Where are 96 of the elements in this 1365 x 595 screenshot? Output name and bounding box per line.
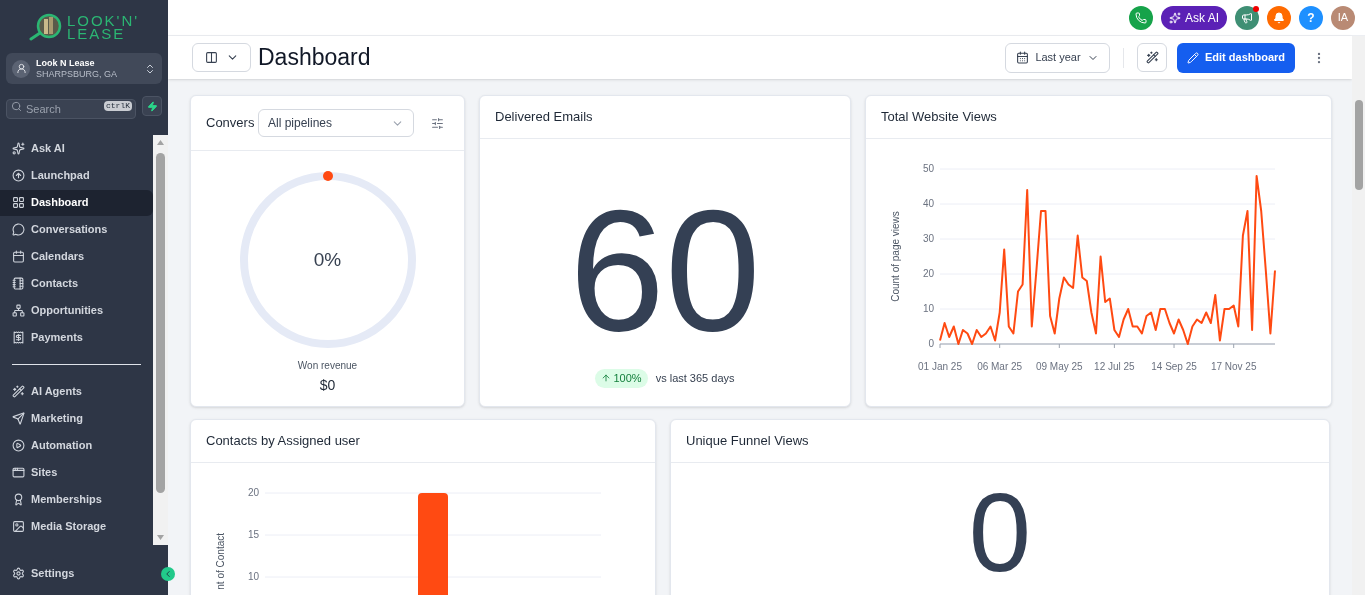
announcements-button[interactable] xyxy=(1235,5,1259,30)
sidebar-item[interactable]: Settings xyxy=(0,563,120,583)
sparkles-icon xyxy=(1169,11,1181,24)
paper-plane-icon xyxy=(12,412,25,425)
columns-icon xyxy=(204,51,218,64)
page-title: Dashboard xyxy=(258,43,371,73)
axis-tick-label: 20 xyxy=(922,268,934,279)
axis-tick-label: 14 Sep 25 xyxy=(1151,361,1197,372)
ring-dot xyxy=(322,171,333,181)
sidebar-item[interactable]: AI Agents xyxy=(0,378,153,405)
logo-icon xyxy=(28,13,63,41)
axis-tick-label: 10 xyxy=(922,303,934,314)
axis-tick-label: 20 xyxy=(247,487,259,498)
date-range-button[interactable]: Last year xyxy=(1005,42,1110,73)
sidebar-scrollbar[interactable] xyxy=(153,135,168,545)
sidebar-item[interactable]: Marketing xyxy=(0,405,153,432)
browser-window-icon xyxy=(12,466,25,479)
play-circle-icon xyxy=(12,439,25,452)
metric-value: 0 xyxy=(968,477,1032,589)
calendar-icon xyxy=(1016,51,1030,64)
phone-button[interactable] xyxy=(1129,5,1153,30)
logo-text: LEASE xyxy=(66,27,126,40)
lightning-icon xyxy=(146,100,158,112)
axis-tick-label: 50 xyxy=(922,163,934,174)
axis-tick-label: 40 xyxy=(922,198,934,209)
notebook-icon xyxy=(12,277,25,290)
shortcut-key: ctrlK xyxy=(104,101,132,111)
view-switcher-button[interactable] xyxy=(192,43,251,72)
axis-title: Count of page views xyxy=(890,211,901,302)
account-name: Look N Lease xyxy=(36,57,96,69)
sidebar-item[interactable]: Media Storage xyxy=(0,513,153,540)
sidebar-item[interactable]: Launchpad xyxy=(0,162,153,189)
pencil-icon xyxy=(1186,51,1199,64)
quick-action-button[interactable] xyxy=(142,96,162,116)
account-switcher[interactable]: Look N Lease SHARPSBURG, GA xyxy=(6,53,162,84)
sidebar-item[interactable]: Contacts xyxy=(0,270,153,297)
card-title: Unique Funnel Views xyxy=(686,432,809,451)
axis-title: nt of Contact xyxy=(215,533,226,590)
network-icon xyxy=(12,304,25,317)
wand-icon xyxy=(1145,51,1159,64)
sidebar-item[interactable]: Automation xyxy=(0,432,153,459)
pipeline-select[interactable]: All pipelines xyxy=(258,109,414,137)
settings-icon xyxy=(12,566,25,580)
logo-text: LOOK'N' xyxy=(66,14,140,27)
phone-icon xyxy=(1135,11,1147,24)
grid-icon xyxy=(12,196,25,209)
sidebar-item[interactable]: Calendars xyxy=(0,243,153,270)
sidebar-item[interactable]: Opportunities xyxy=(0,297,153,324)
metric-value: 60 xyxy=(569,184,761,356)
account-location: SHARPSBURG, GA xyxy=(36,68,119,80)
sidebar-item[interactable]: Memberships xyxy=(0,486,153,513)
axis-tick-label: 06 Mar 25 xyxy=(977,361,1023,372)
card-title: Contacts by Assigned user xyxy=(206,432,360,451)
receipt-icon xyxy=(12,331,25,344)
axis-tick-label: 30 xyxy=(922,233,934,244)
axis-tick-label: 15 xyxy=(247,529,259,540)
notifications-button[interactable] xyxy=(1267,5,1291,30)
ring-reading: 0% xyxy=(313,247,342,272)
search-icon xyxy=(11,100,22,112)
comparison-text: vs last 365 days xyxy=(655,371,735,386)
sidebar-item[interactable]: Sites xyxy=(0,459,153,486)
sidebar-item[interactable]: Conversations xyxy=(0,216,153,243)
wand-icon xyxy=(12,385,25,398)
ask-ai-button[interactable]: Ask AI xyxy=(1161,5,1227,30)
sidebar-item[interactable]: Payments xyxy=(0,324,153,351)
sidebar-item[interactable]: Ask AI xyxy=(0,135,153,162)
chevrons-icon xyxy=(144,62,156,75)
change-percent: 100% xyxy=(613,371,642,386)
revenue-caption: Won revenue xyxy=(297,359,358,373)
axis-tick-label: 17 Nov 25 xyxy=(1210,361,1257,372)
revenue-amount: $0 xyxy=(319,376,336,395)
axis-tick-label: 10 xyxy=(247,571,259,582)
sidebar-item[interactable]: Dashboard xyxy=(0,189,153,216)
axis-tick-label: 01 Jan 25 xyxy=(918,361,962,372)
location-avatar xyxy=(12,59,30,78)
edit-dashboard-button[interactable]: Edit dashboard xyxy=(1177,42,1295,73)
image-icon xyxy=(12,520,25,533)
axis-tick-label: 0 xyxy=(928,338,934,349)
calendar-icon xyxy=(12,250,25,263)
axis-tick-label: 09 May 25 xyxy=(1035,361,1083,372)
chevron-left-icon xyxy=(163,569,173,579)
axis-tick-label: 12 Jul 25 xyxy=(1094,361,1135,372)
megaphone-icon xyxy=(1241,11,1253,24)
card-title: Total Website Views xyxy=(881,108,997,127)
magic-button[interactable] xyxy=(1137,43,1167,72)
arrow-up-icon xyxy=(601,373,612,384)
card-title: Convers xyxy=(206,114,254,133)
collapse-button[interactable] xyxy=(161,567,175,581)
chat-bubble-icon xyxy=(12,223,25,236)
award-icon xyxy=(12,493,25,506)
arrow-circle-icon xyxy=(12,169,25,182)
card-title: Delivered Emails xyxy=(495,108,593,127)
page-scrollbar[interactable] xyxy=(1352,36,1365,595)
bell-icon xyxy=(1273,11,1285,24)
sparkles-icon xyxy=(12,142,25,155)
filter-icon[interactable] xyxy=(431,116,444,130)
